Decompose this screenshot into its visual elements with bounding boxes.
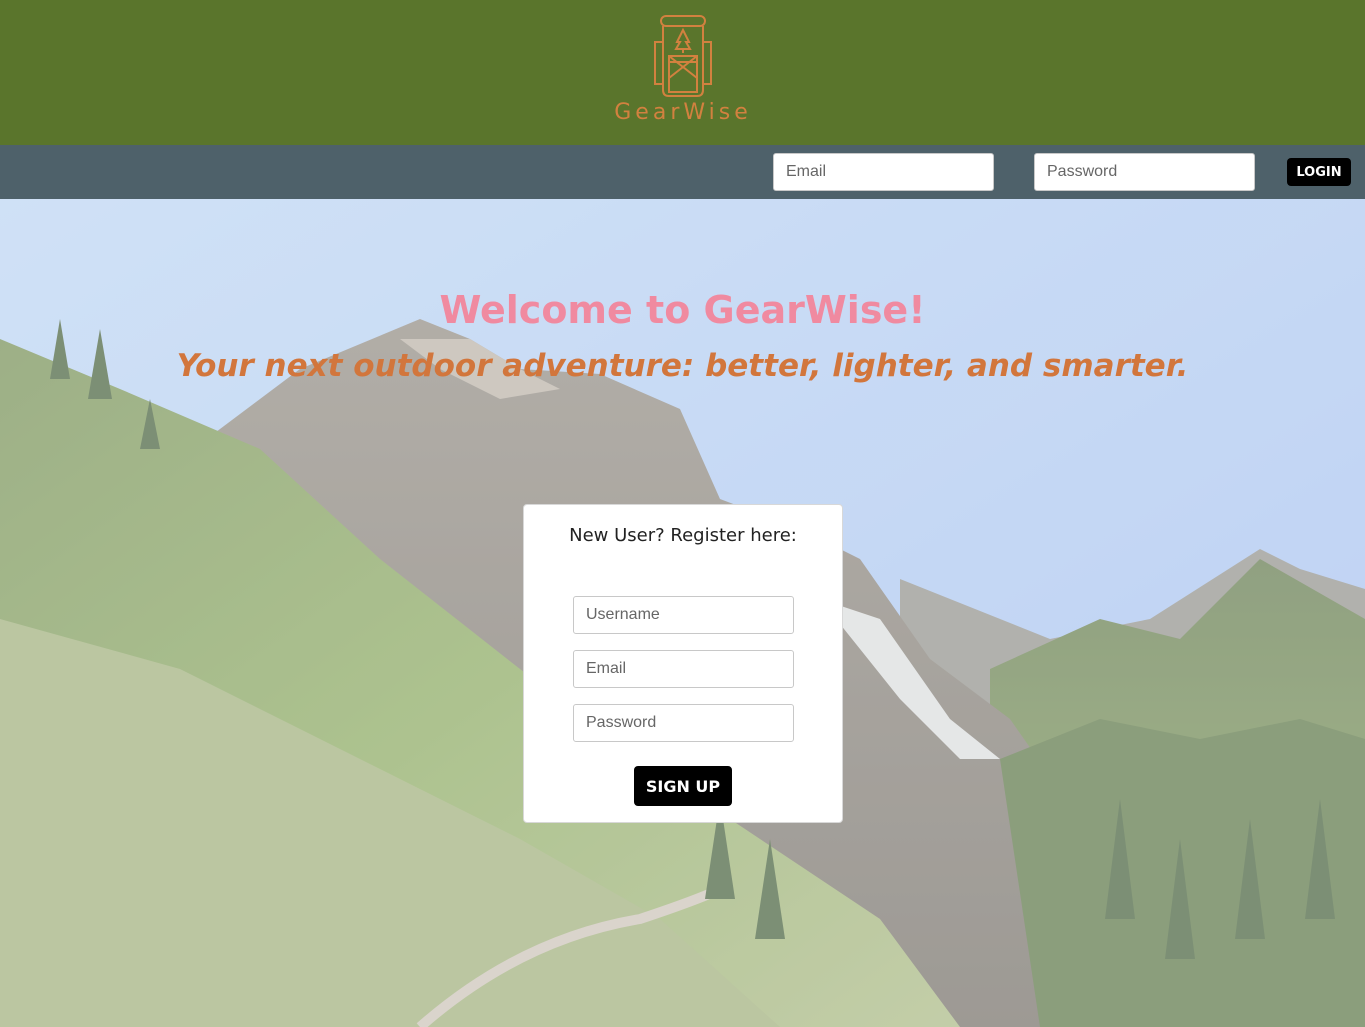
register-card: New User? Register here: SIGN UP xyxy=(523,504,843,823)
site-header: GearWise xyxy=(0,0,1365,145)
signup-button[interactable]: SIGN UP xyxy=(634,766,732,806)
register-username-input[interactable] xyxy=(573,596,794,634)
login-button[interactable]: LOGIN xyxy=(1287,158,1351,186)
register-title: New User? Register here: xyxy=(569,525,797,546)
logo-text: GearWise xyxy=(614,100,752,125)
register-email-input[interactable] xyxy=(573,650,794,688)
welcome-heading: Welcome to GearWise! xyxy=(439,288,926,332)
login-email-input[interactable] xyxy=(773,153,994,191)
logo[interactable]: GearWise xyxy=(608,12,758,132)
login-password-input[interactable] xyxy=(1034,153,1255,191)
login-bar xyxy=(0,145,1365,199)
tagline: Your next outdoor adventure: better, lig… xyxy=(176,348,1189,384)
backpack-icon xyxy=(654,15,712,97)
register-password-input[interactable] xyxy=(573,704,794,742)
